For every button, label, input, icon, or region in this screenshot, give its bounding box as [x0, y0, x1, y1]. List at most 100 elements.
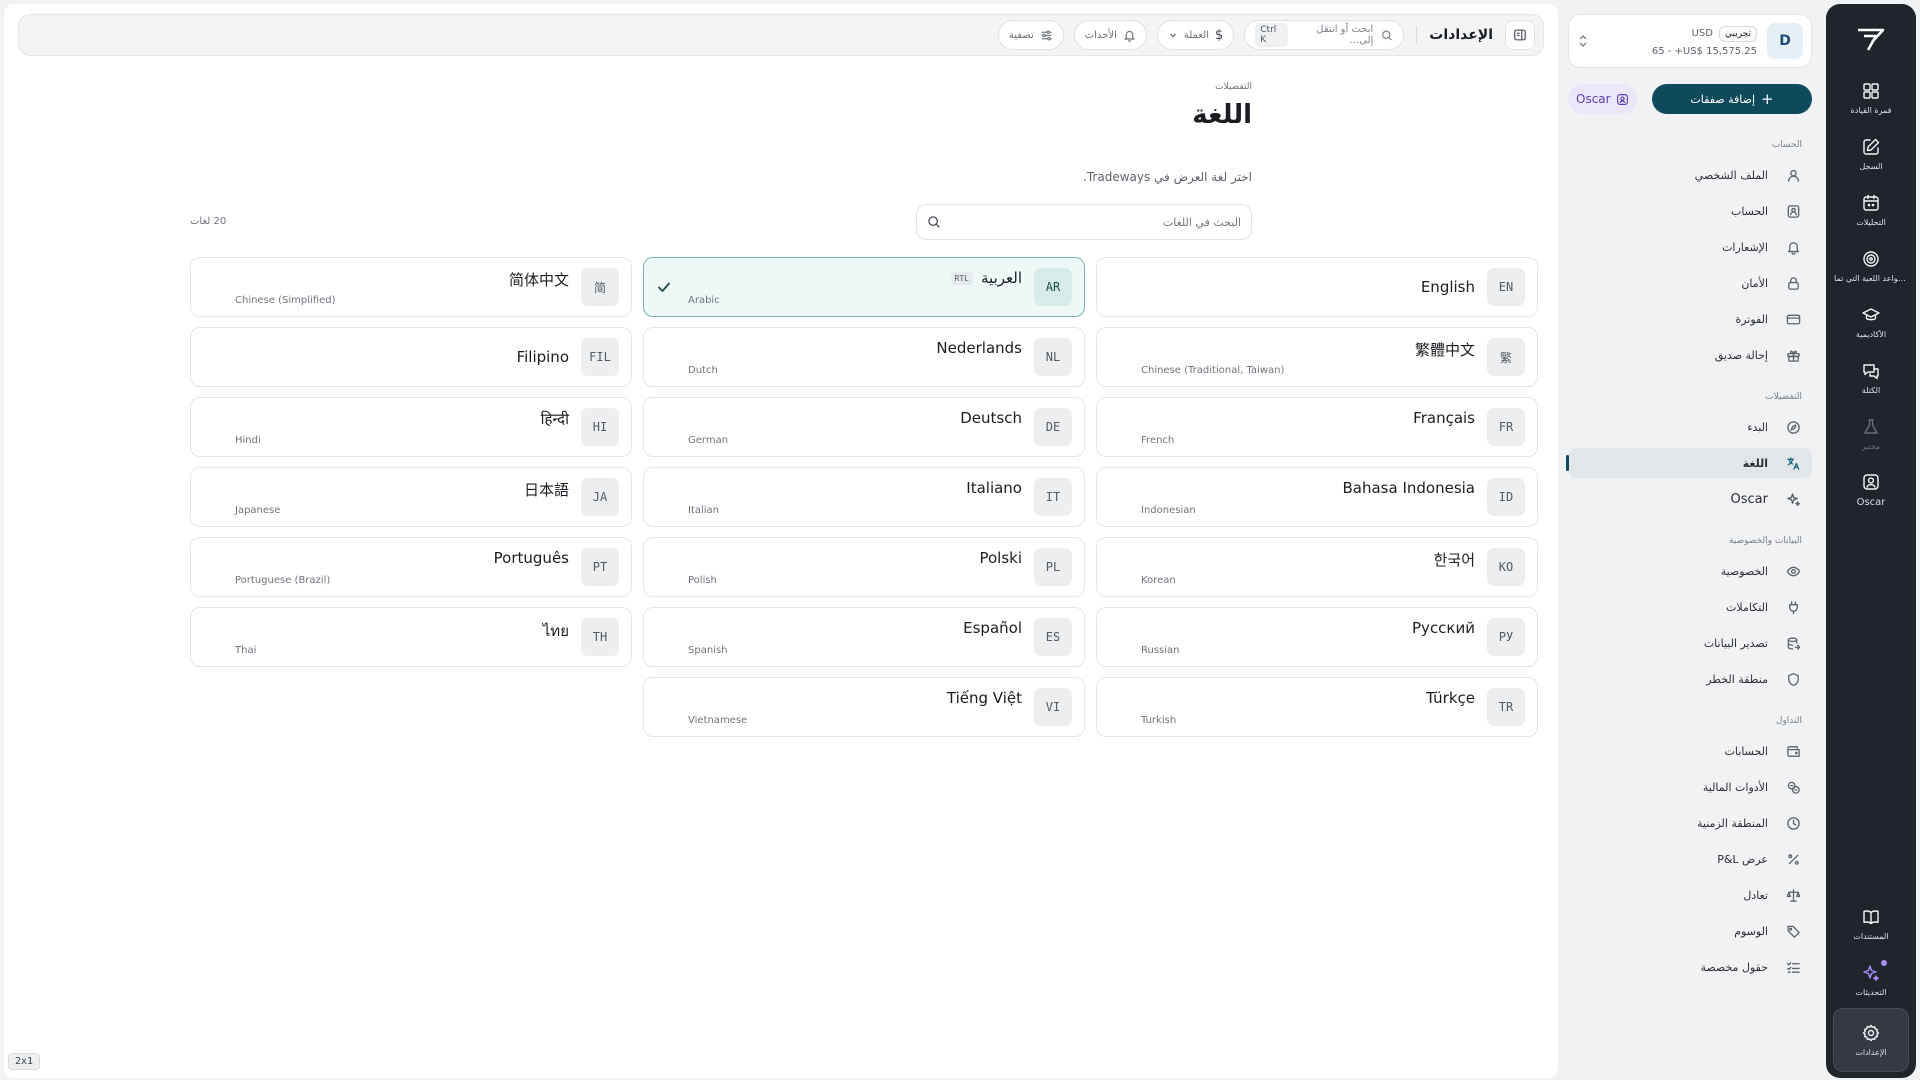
sidebar-item-plug[interactable]: التكاملات — [1568, 592, 1812, 622]
language-option-17[interactable]: TH ไทย Thai — [190, 607, 632, 667]
rail-item-analytics[interactable]: التحليلات — [1833, 182, 1909, 238]
rail-item-target[interactable]: قواعد اللعبة التي تما... — [1833, 238, 1909, 294]
language-code-badge: 简 — [581, 268, 619, 306]
expand-collapse-icon — [1577, 33, 1589, 49]
sidebar-item-label: الأدوات المالية — [1702, 780, 1768, 794]
oscar-label: Oscar — [1576, 92, 1611, 106]
language-option-19[interactable]: VI Tiếng Việt Vietnamese — [643, 677, 1085, 737]
language-option-6[interactable]: FR Français French — [1096, 397, 1538, 457]
rail-item-label: الأكاديمية — [1855, 330, 1887, 339]
sidebar-item-bell[interactable]: الإشعارات — [1568, 232, 1812, 262]
rail-item-journal[interactable]: السجل — [1833, 126, 1909, 182]
language-names: ไทย Thai — [205, 607, 569, 667]
sidebar-item-user[interactable]: الملف الشخصي — [1568, 160, 1812, 190]
rail-item-docs[interactable]: المستندات — [1833, 896, 1909, 952]
language-option-9[interactable]: ID Bahasa Indonesia Indonesian — [1096, 467, 1538, 527]
sidebar-item-shield[interactable]: منطقة الخطر — [1568, 664, 1812, 694]
rail-item-dashboard[interactable]: قمرة القيادة — [1833, 70, 1909, 126]
sidebar-item-wallet[interactable]: الحسابات — [1568, 736, 1812, 766]
language-native-name: 简体中文 — [509, 269, 569, 290]
language-english-name: Arabic — [688, 295, 720, 306]
instruments-icon — [1784, 780, 1802, 795]
rail-item-oscar[interactable]: Oscar — [1833, 462, 1909, 518]
language-names: Español Spanish — [658, 607, 1022, 667]
gift-icon — [1784, 348, 1802, 363]
language-option-8[interactable]: HI हिन्दी Hindi — [190, 397, 632, 457]
rail-item-chat[interactable]: الكتلة — [1833, 350, 1909, 406]
language-option-1[interactable]: AR العربية RTL Arabic — [643, 257, 1085, 317]
language-option-18[interactable]: TR Türkçe Turkish — [1096, 677, 1538, 737]
sidebar-item-credit-card[interactable]: الفوترة — [1568, 304, 1812, 334]
events-button[interactable]: الأحداث — [1073, 20, 1147, 50]
sidebar-item-label: البدء — [1747, 420, 1768, 434]
language-names: Nederlands Dutch — [658, 327, 1022, 387]
language-native-label: 한국어 — [1433, 551, 1475, 569]
language-english-name: German — [688, 435, 729, 446]
language-option-2[interactable]: 简简体中文 Chinese (Simplified) — [190, 257, 632, 317]
sidebar-item-label: الحسابات — [1724, 744, 1768, 758]
sidebar-item-checklist[interactable]: حقول مخصصة — [1568, 952, 1812, 982]
language-names: Português Portuguese (Brazil) — [205, 537, 569, 597]
rail-item-settings[interactable]: الإعدادات — [1833, 1008, 1909, 1072]
language-code-badge: PL — [1034, 548, 1072, 586]
language-code-badge: EN — [1487, 268, 1525, 306]
language-code-badge: РУ — [1487, 618, 1525, 656]
language-english-name: Chinese (Simplified) — [235, 295, 336, 306]
language-native-name: Tiếng Việt — [947, 689, 1022, 707]
language-native-label: Español — [963, 619, 1022, 637]
language-option-16[interactable]: ES Español Spanish — [643, 607, 1085, 667]
account-switcher[interactable]: D تجريبي USD 65 - +US$ 15,575.25 — [1568, 14, 1812, 68]
language-option-15[interactable]: РУ Русский Russian — [1096, 607, 1538, 667]
currency-select[interactable]: $ العملة — [1156, 20, 1235, 50]
top-bar-title: الإعدادات — [1429, 27, 1493, 43]
sidebar-item-clock[interactable]: المنطقة الزمنية — [1568, 808, 1812, 838]
language-english-name: Portuguese (Brazil) — [235, 575, 331, 586]
sidebar-item-percent[interactable]: عرض P&L — [1568, 844, 1812, 874]
language-option-7[interactable]: DE Deutsch German — [643, 397, 1085, 457]
language-option-14[interactable]: PT Português Portuguese (Brazil) — [190, 537, 632, 597]
sidebar-item-compass[interactable]: البدء — [1568, 412, 1812, 442]
sidebar-item-account-card[interactable]: الحساب — [1568, 196, 1812, 226]
rail-item-lab[interactable]: مختبر — [1833, 406, 1909, 462]
language-names: 日本語 Japanese — [205, 467, 569, 527]
sidebar-item-gift[interactable]: إحالة صديق — [1568, 340, 1812, 370]
language-option-10[interactable]: IT Italiano Italian — [643, 467, 1085, 527]
language-search-input[interactable] — [951, 215, 1241, 229]
language-option-4[interactable]: NL Nederlands Dutch — [643, 327, 1085, 387]
sidebar-item-scale[interactable]: تعادل — [1568, 880, 1812, 910]
language-names: Deutsch German — [658, 397, 1022, 457]
language-english-name: Russian — [1141, 645, 1180, 656]
rail-item-updates[interactable]: التحديثات — [1833, 952, 1909, 1008]
language-option-0[interactable]: EN English — [1096, 257, 1538, 317]
language-code-badge: FIL — [581, 338, 619, 376]
language-option-11[interactable]: JA 日本語 Japanese — [190, 467, 632, 527]
sidebar-item-translate[interactable]: اللغة — [1566, 448, 1812, 478]
sidebar-item-sparkle[interactable]: Oscar — [1568, 484, 1812, 514]
sidebar-item-eye[interactable]: الخصوصية — [1568, 556, 1812, 586]
filter-button[interactable]: تصفية — [997, 20, 1064, 50]
language-option-3[interactable]: 繁繁體中文 Chinese (Traditional, Taiwan) — [1096, 327, 1538, 387]
language-search[interactable] — [916, 204, 1252, 240]
rail-item-academy[interactable]: الأكاديمية — [1833, 294, 1909, 350]
page-title: اللغة — [1192, 100, 1252, 130]
rail-item-label: قمرة القيادة — [1850, 106, 1892, 115]
language-option-13[interactable]: PL Polski Polish — [643, 537, 1085, 597]
oscar-button[interactable]: Oscar — [1568, 84, 1637, 114]
language-names: Русский Russian — [1111, 607, 1475, 667]
divider — [1416, 26, 1418, 44]
language-option-12[interactable]: KO 한국어 Korean — [1096, 537, 1538, 597]
language-native-name: Deutsch — [960, 409, 1022, 427]
sidebar-item-tag[interactable]: الوسوم — [1568, 916, 1812, 946]
language-option-5[interactable]: FIL Filipino — [190, 327, 632, 387]
tradeways-logo[interactable] — [1855, 20, 1887, 60]
sidebar-item-database-export[interactable]: تصدير البيانات — [1568, 628, 1812, 658]
collapse-sidebar-button[interactable] — [1505, 20, 1535, 50]
sidebar-item-lock[interactable]: الأمان — [1568, 268, 1812, 298]
add-trades-button[interactable]: + إضافة صفقات — [1652, 84, 1812, 114]
language-native-label: 繁體中文 — [1414, 341, 1475, 359]
language-native-name: 日本語 — [524, 479, 569, 500]
global-search[interactable]: ابحث أو انتقل إلى... Ctrl K — [1244, 20, 1405, 50]
sidebar-item-instruments[interactable]: الأدوات المالية — [1568, 772, 1812, 802]
chat-icon — [1861, 361, 1881, 381]
breadcrumb[interactable]: التفضيلات — [1215, 82, 1252, 92]
